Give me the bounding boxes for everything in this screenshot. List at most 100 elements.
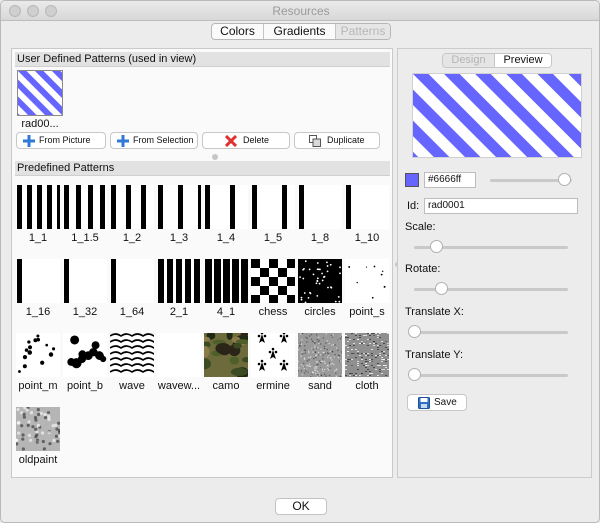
translate-x-slider-track[interactable] [414,331,568,334]
predefined-pattern-item[interactable]: 2_1 [157,259,201,321]
predefined-pattern-item[interactable]: 1_1.5 [63,185,107,247]
ok-button[interactable]: OK [275,498,327,515]
point-small-swatch [345,259,389,303]
save-button[interactable]: Save [407,394,467,411]
resources-window: Resources Colors Gradients Patterns User… [0,0,600,523]
scale-slider-knob[interactable] [430,240,444,253]
predefined-pattern-thumbnail [298,185,342,229]
predefined-pattern-item[interactable]: point_m [16,333,60,395]
camo-swatch [204,333,248,377]
vbars-1-64-swatch [110,259,154,303]
predefined-header: Predefined Patterns [15,161,390,176]
vbars-1-8-swatch [298,185,342,229]
tab-colors[interactable]: Colors [212,24,264,39]
predefined-pattern-item[interactable]: 1_4 [204,185,248,247]
translate-y-label: Translate Y: [405,349,464,361]
rotate-slider-knob[interactable] [434,282,448,295]
vbars-1-2-swatch [110,185,154,229]
predefined-pattern-label: 1_10 [354,232,380,244]
predefined-pattern-thumbnail [298,259,342,303]
predefined-pattern-thumbnail [251,185,295,229]
translate-x-slider-knob[interactable] [408,325,421,338]
user-pattern-item[interactable]: rad00... [17,70,63,133]
predefined-pattern-item[interactable]: oldpaint [16,407,60,469]
from-picture-button[interactable]: From Picture [16,132,106,149]
predefined-pattern-thumbnail [204,333,248,377]
predefined-pattern-item[interactable]: wavew... [157,333,201,395]
predefined-pattern-item[interactable]: 1_3 [157,185,201,247]
predefined-pattern-item[interactable]: 1_1 [16,185,60,247]
tab-design[interactable]: Design [443,54,495,67]
predefined-pattern-item[interactable]: camo [204,333,248,395]
chess-swatch [251,259,295,303]
tab-gradients[interactable]: Gradients [264,24,336,39]
window-title: Resources [272,4,330,18]
vbars-1-1.5-swatch [63,185,107,229]
predefined-pattern-item[interactable]: 4_1 [204,259,248,321]
color-swatch[interactable] [405,173,419,187]
tab-patterns[interactable]: Patterns [336,24,390,39]
tab-preview[interactable]: Preview [495,54,551,67]
sand-swatch [298,333,342,377]
duplicate-icon [309,135,321,147]
vbars-1-10-swatch [345,185,389,229]
predefined-pattern-thumbnail [16,259,60,303]
oldpaint-swatch [16,407,60,451]
predefined-pattern-label: oldpaint [18,454,58,466]
color-hex-field[interactable]: #6666ff [424,172,476,188]
user-pattern-thumbnail [17,70,63,116]
vbars-1-32-swatch [63,259,107,303]
user-pattern-label: rad00... [21,118,59,130]
predefined-pattern-item[interactable]: cloth [345,333,389,395]
save-label: Save [434,397,457,408]
predefined-pattern-item[interactable]: 1_16 [16,259,60,321]
id-label: Id: [407,200,420,212]
translate-y-slider-track[interactable] [414,374,568,377]
patterns-panel: User Defined Patterns (used in view) rad… [11,48,393,478]
point-big-swatch [63,333,107,377]
color-slider-knob[interactable] [558,173,572,186]
wave-swatch [110,333,154,377]
title-bar: Resources [1,1,599,21]
translate-x-label: Translate X: [405,306,464,318]
predefined-pattern-thumbnail [345,259,389,303]
predefined-pattern-item[interactable]: circles [298,259,342,321]
predefined-pattern-item[interactable]: 1_5 [251,185,295,247]
vbars-1-1-swatch [16,185,60,229]
predefined-pattern-label: cloth [355,380,379,392]
predefined-pattern-item[interactable]: 1_8 [298,185,342,247]
vbars-1-5-swatch [251,185,295,229]
predefined-pattern-item[interactable]: 1_32 [63,259,107,321]
predefined-pattern-thumbnail [16,185,60,229]
vbars-1-4-swatch [204,185,248,229]
predefined-pattern-thumbnail [204,185,248,229]
vbars-1-3-swatch [157,185,201,229]
predefined-pattern-item[interactable]: 1_2 [110,185,154,247]
point-medium-swatch [16,333,60,377]
predefined-pattern-item[interactable]: wave [110,333,154,395]
from-selection-button[interactable]: From Selection [110,132,198,149]
delete-button[interactable]: Delete [202,132,290,149]
predefined-pattern-item[interactable]: chess [251,259,295,321]
predefined-pattern-item[interactable]: ermine [251,333,295,395]
pattern-preview [412,73,582,158]
split-handle[interactable] [212,154,218,160]
predefined-pattern-item[interactable]: 1_64 [110,259,154,321]
editor-tab-bar: Design Preview [442,53,552,68]
preview-stripes [413,74,581,157]
predefined-pattern-item[interactable]: point_s [345,259,389,321]
predefined-pattern-thumbnail [16,333,60,377]
predefined-pattern-thumbnail [63,185,107,229]
predefined-pattern-item[interactable]: point_b [63,333,107,395]
stripes-blue-swatch [18,71,62,115]
predefined-pattern-thumbnail [16,407,60,451]
predefined-pattern-thumbnail [157,185,201,229]
vbars-1-16-swatch [16,259,60,303]
predefined-pattern-item[interactable]: sand [298,333,342,395]
translate-y-slider-knob[interactable] [408,368,421,381]
predefined-pattern-thumbnail [204,259,248,303]
predefined-pattern-label: point_s [349,306,385,318]
duplicate-button[interactable]: Duplicate [294,132,380,149]
predefined-pattern-item[interactable]: 1_10 [345,185,389,247]
id-field[interactable]: rad0001 [424,198,578,214]
